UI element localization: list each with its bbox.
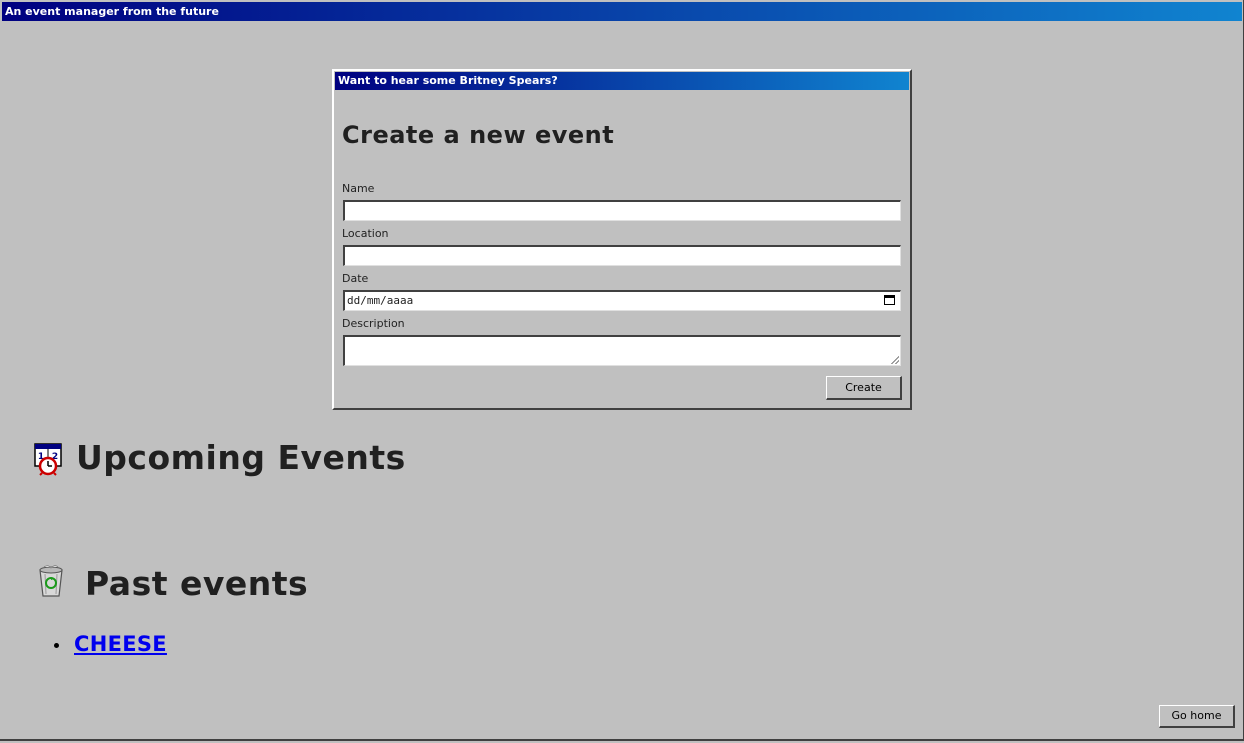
- name-label: Name: [342, 182, 375, 195]
- main-window: An event manager from the future Want to…: [0, 0, 1244, 741]
- date-label: Date: [342, 272, 369, 285]
- calendar-clock-icon: 1 2: [33, 442, 65, 480]
- location-field[interactable]: [343, 245, 901, 266]
- past-events-list: CHEESE: [54, 632, 167, 656]
- go-home-button[interactable]: Go home: [1159, 705, 1235, 728]
- description-label: Description: [342, 317, 405, 330]
- resize-grip-icon[interactable]: [891, 356, 899, 364]
- name-field[interactable]: [343, 200, 901, 221]
- date-placeholder: dd/mm/aaaa: [347, 294, 414, 307]
- main-window-title: An event manager from the future: [2, 2, 1242, 21]
- location-label: Location: [342, 227, 389, 240]
- description-field[interactable]: [343, 335, 901, 366]
- list-item: CHEESE: [54, 632, 167, 656]
- bullet-icon: [54, 643, 59, 648]
- calendar-picker-icon[interactable]: [884, 295, 895, 305]
- recycle-bin-icon: [36, 564, 66, 602]
- past-events-heading: Past events: [85, 564, 309, 603]
- event-link-cheese[interactable]: CHEESE: [74, 632, 167, 656]
- upcoming-events-heading: Upcoming Events: [76, 438, 406, 477]
- dialog-title: Want to hear some Britney Spears?: [335, 72, 909, 90]
- create-event-dialog: Want to hear some Britney Spears? Create…: [332, 69, 912, 410]
- date-field[interactable]: dd/mm/aaaa: [343, 290, 901, 311]
- create-event-heading: Create a new event: [342, 121, 615, 149]
- create-button[interactable]: Create: [826, 376, 902, 400]
